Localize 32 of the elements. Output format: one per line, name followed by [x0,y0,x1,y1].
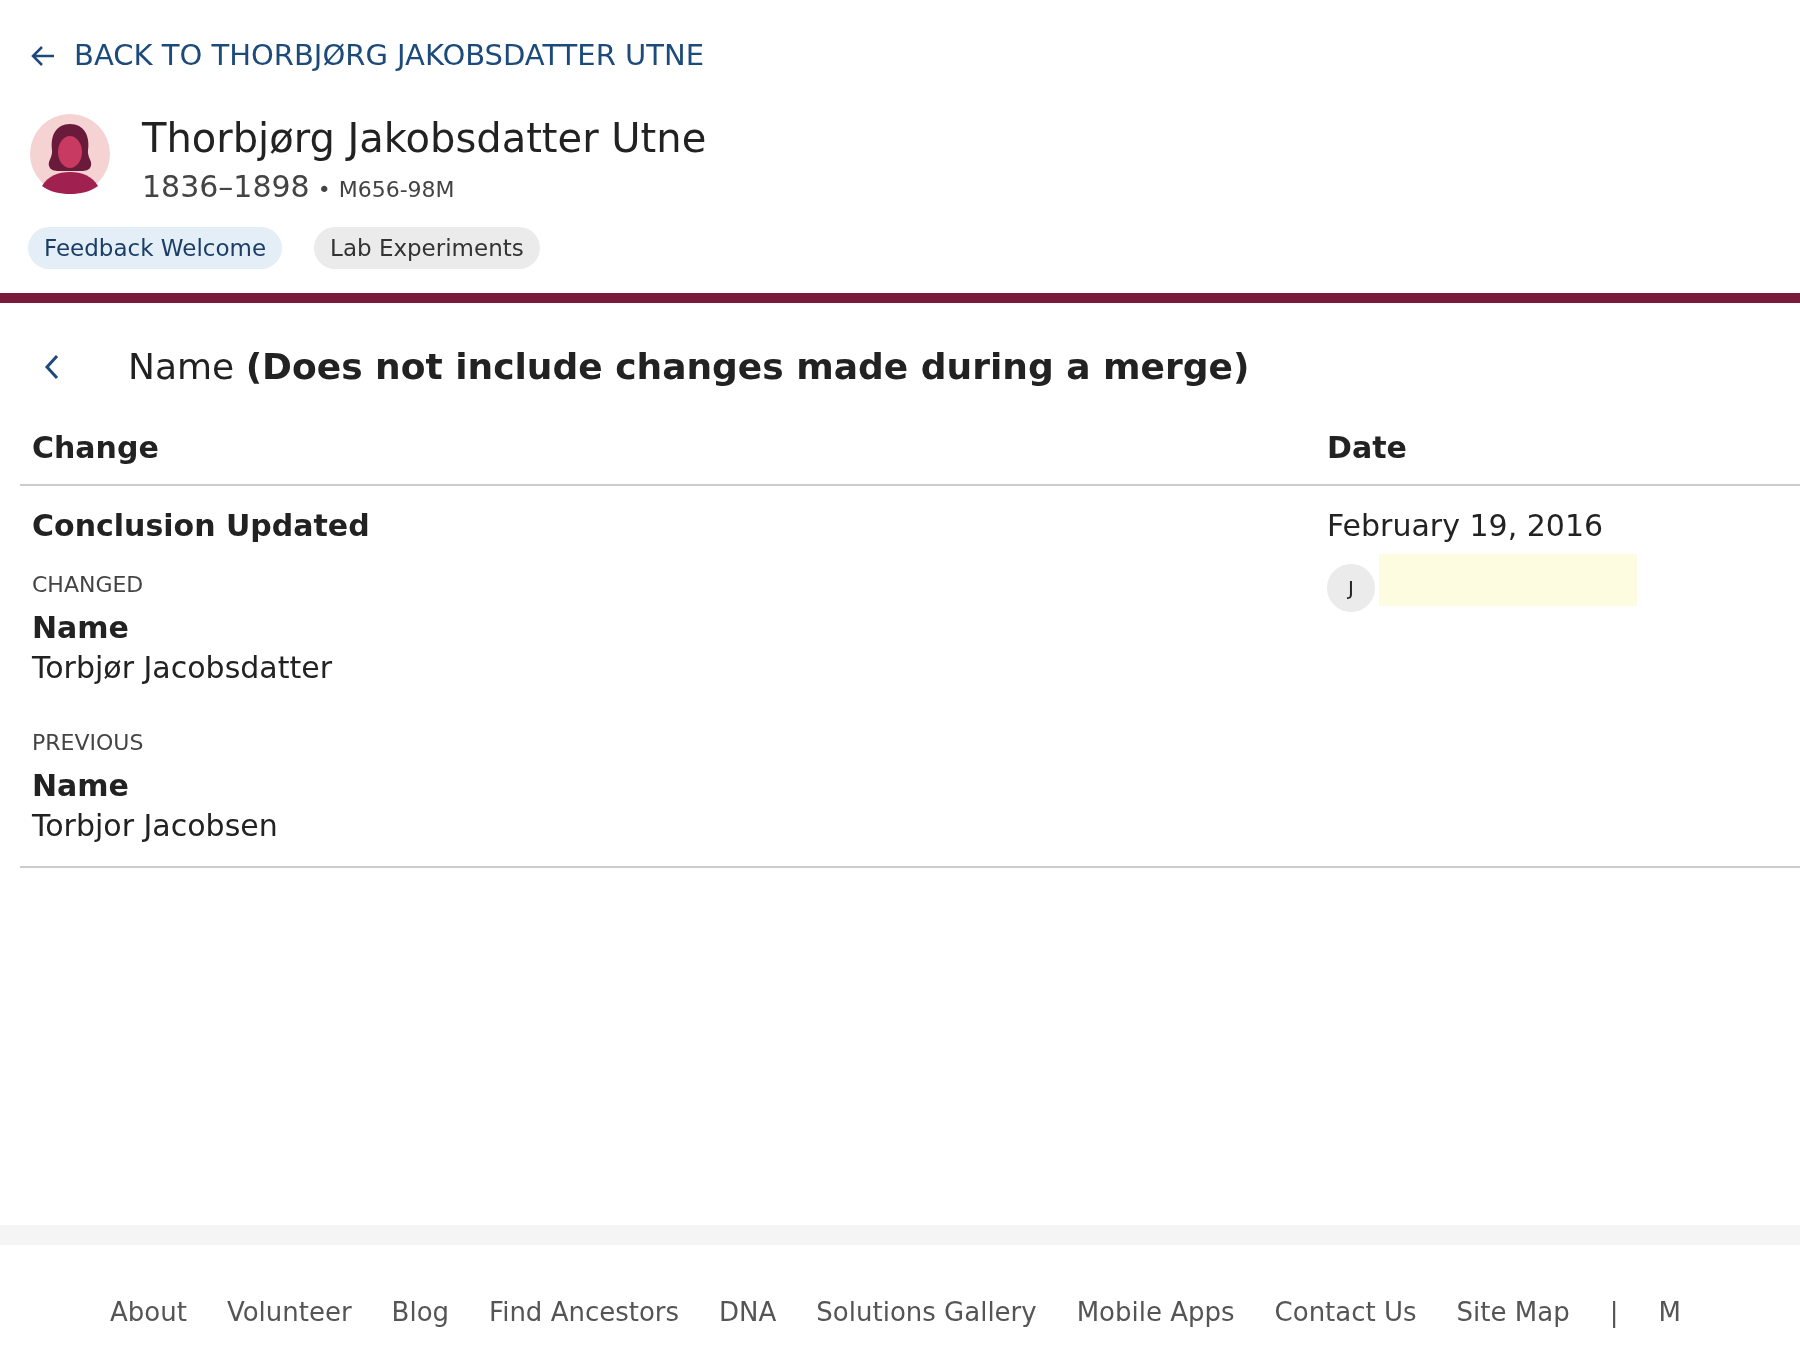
column-header: Change [31,429,160,467]
footer-link[interactable]: About [110,1293,187,1362]
footer-link[interactable]: Blog [391,1293,450,1362]
footer-link[interactable]: Mobile Apps [1076,1293,1235,1362]
footer-link[interactable]: Solutions Gallery [816,1293,1037,1362]
lifespan: 1836–1898 [142,167,310,206]
tag: Lab Experiments [314,226,540,269]
section-label: CHANGED [32,571,145,599]
person-id: M656-98M [338,175,455,204]
person-name: Thorbjørg Jakobsdatter Utne [142,113,707,162]
field-label: Name [32,609,130,647]
field-value: Torbjor Jacobsen [32,807,279,845]
footer-link[interactable]: Site Map [1456,1293,1570,1362]
section-title: Name (Does not include changes made during a merge) [128,345,1250,389]
footer-link[interactable]: Find Ancestors [489,1293,680,1362]
change-type: Conclusion Updated [32,507,371,545]
section-label: PREVIOUS [32,729,145,757]
avatar-icon [30,113,110,194]
tag: Feedback Welcome [28,226,283,269]
footer-link[interactable]: Contact Us [1274,1293,1417,1362]
footer-link[interactable]: | [1609,1293,1619,1362]
field-value: Torbjør Jacobsdatter [32,649,333,687]
change-date: February 19, 2016 [1327,507,1605,545]
field-label: Name [32,767,130,805]
column-header: Date [1327,429,1407,467]
back-link[interactable]: BACK TO THORBJØRG JAKOBSDATTER UTNE [30,34,704,78]
contributor-avatar: J [1327,564,1375,612]
arrow-left-icon [30,43,56,68]
footer-link[interactable]: M [1658,1293,1681,1362]
footer-link[interactable]: DNA [719,1293,777,1362]
footer-link[interactable]: Volunteer [226,1293,352,1362]
separator-dot: • [317,175,331,204]
